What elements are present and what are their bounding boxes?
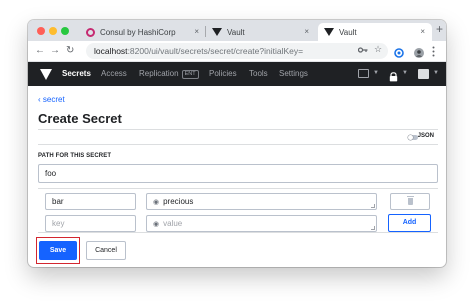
maximize-window-button[interactable] [61,27,69,35]
reload-icon[interactable]: ↻ [66,44,74,58]
value-input[interactable]: ◉ precious [146,193,377,210]
new-key-input[interactable]: key [45,215,136,232]
nav-replication[interactable]: Replication ENT [139,62,199,86]
value-text: precious [163,197,194,206]
tab-close-icon[interactable]: × [304,27,309,36]
tab-label: Consul by HashiCorp [100,27,176,37]
address-bar[interactable]: localhost:8200/ui/vault/secrets/secret/c… [86,43,388,59]
browser-toolbar: ← → ↻ localhost:8200/ui/vault/secrets/se… [28,41,446,62]
eye-icon[interactable]: ◉ [153,195,159,210]
url-path: :8200/ui/vault/secrets/secret/create?ini… [127,46,304,56]
trash-icon [407,196,414,205]
tab-close-icon[interactable]: × [194,27,199,36]
value-placeholder: value [163,219,183,228]
profile-avatar[interactable] [414,45,424,63]
new-value-input[interactable]: ◉ value [146,215,377,232]
back-icon[interactable]: ← [35,44,45,58]
path-input[interactable]: foo [38,164,438,183]
bookmark-star-icon[interactable]: ☆ [374,44,382,55]
tab-strip: Consul by HashiCorp × Vault × Vault × + [28,20,446,41]
ent-badge: ENT [181,70,199,79]
key-icon[interactable] [357,46,368,56]
extension-icon[interactable] [394,45,404,63]
url-host: localhost [94,46,128,56]
user-icon[interactable] [418,69,429,79]
resize-handle-icon[interactable] [371,204,375,208]
nav-tools[interactable]: Tools [249,62,268,86]
breadcrumb-link[interactable]: secret [43,95,65,104]
vault-favicon-icon [324,28,334,36]
nav-settings[interactable]: Settings [279,62,308,86]
console-icon[interactable] [358,69,369,78]
tab-close-icon[interactable]: × [420,27,425,36]
tab-vault-active[interactable]: Vault × [318,23,432,41]
resize-handle-icon[interactable] [371,226,375,230]
nav-replication-label: Replication [139,69,179,78]
menu-kebab-icon[interactable] [432,44,435,62]
close-window-button[interactable] [37,27,45,35]
browser-window: Consul by HashiCorp × Vault × Vault × + … [28,20,446,267]
chevron-down-icon[interactable]: ▼ [402,70,408,76]
vault-logo-icon[interactable] [40,69,52,80]
chevron-down-icon[interactable]: ▼ [433,70,439,76]
tab-label: Vault [339,27,357,37]
path-label: PATH FOR THIS SECRET [38,153,112,159]
delete-row-button[interactable] [390,193,430,210]
tab-label: Vault [227,27,245,37]
json-toolbar: JSON [38,129,438,145]
cancel-button[interactable]: Cancel [86,241,126,260]
tab-consul[interactable]: Consul by HashiCorp × [80,23,206,41]
vault-navbar: Secrets Access Replication ENT Policies T… [28,62,446,86]
nav-secrets[interactable]: Secrets [62,62,91,86]
eye-icon[interactable]: ◉ [153,217,159,232]
json-toggle-label: JSON [417,133,434,139]
tab-vault[interactable]: Vault × [206,23,316,41]
lock-icon[interactable] [389,69,398,87]
nav-access[interactable]: Access [101,62,127,86]
page-title: Create Secret [38,111,122,126]
json-toggle[interactable] [408,135,418,140]
nav-policies[interactable]: Policies [209,62,237,86]
forward-icon[interactable]: → [50,44,60,58]
breadcrumb[interactable]: ‹ secret [38,95,65,104]
add-button[interactable]: Add [388,214,431,232]
consul-favicon-icon [86,27,95,37]
key-input[interactable]: bar [45,193,136,210]
new-tab-button[interactable]: + [436,22,443,36]
minimize-window-button[interactable] [49,27,57,35]
chevron-down-icon[interactable]: ▼ [373,70,379,76]
save-button[interactable]: Save [39,241,77,260]
vault-favicon-icon [212,28,222,36]
